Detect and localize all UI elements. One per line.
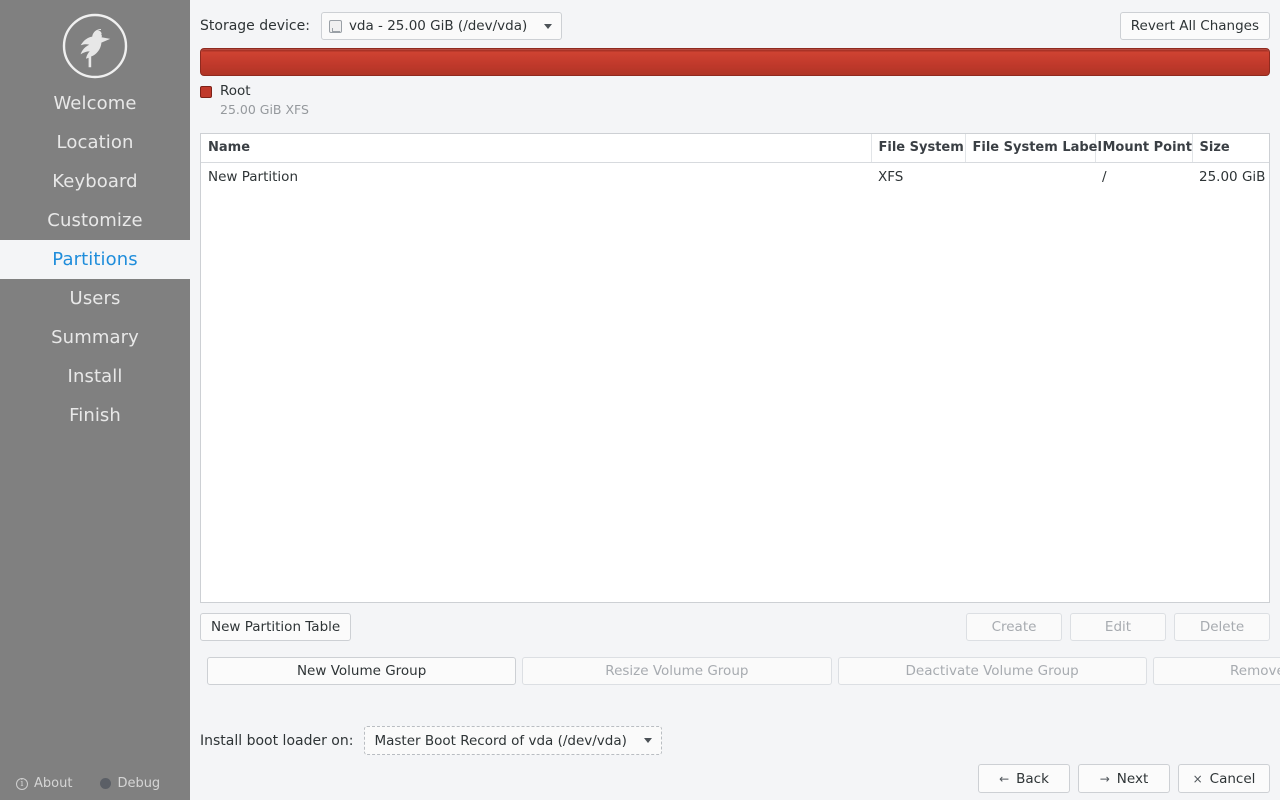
column-header-file-system[interactable]: File System: [870, 134, 965, 163]
sidebar-footer: i About Debug: [0, 776, 190, 791]
sidebar-item-users[interactable]: Users: [0, 279, 190, 318]
cell-mount-point: /: [1102, 169, 1107, 185]
delete-partition-button[interactable]: Delete: [1174, 613, 1270, 641]
partition-name: New Partition: [208, 169, 298, 185]
chevron-down-icon: [544, 23, 553, 29]
sidebar-item-finish[interactable]: Finish: [0, 396, 190, 435]
debug-link[interactable]: Debug: [100, 776, 160, 791]
about-label: About: [34, 776, 73, 791]
create-partition-button[interactable]: Create: [966, 613, 1062, 641]
drive-icon: [328, 19, 342, 33]
sidebar-nav: Welcome Location Keyboard Customize Part…: [0, 84, 190, 435]
cell-file-system-label: [965, 163, 1095, 193]
revert-all-changes-button[interactable]: Revert All Changes: [1119, 12, 1270, 40]
cell-name: New Partition: [201, 163, 871, 193]
table-header: Name File System File System Label Mount…: [201, 134, 1269, 163]
installer-window: Welcome Location Keyboard Customize Part…: [0, 0, 1280, 800]
edit-partition-button[interactable]: Edit: [1070, 613, 1166, 641]
next-button[interactable]: → Next: [1078, 764, 1170, 793]
arrow-right-icon: →: [1099, 771, 1110, 786]
new-partition-table-button[interactable]: New Partition Table: [200, 613, 352, 641]
chevron-down-icon: [643, 738, 652, 743]
sidebar-item-partitions[interactable]: Partitions: [0, 240, 190, 279]
sidebar: Welcome Location Keyboard Customize Part…: [0, 0, 190, 800]
legend-name: Root: [220, 83, 251, 99]
cell-size: 25.00 GiB: [1199, 169, 1266, 185]
back-label: Back: [1016, 770, 1049, 787]
info-icon: i: [16, 777, 28, 790]
remove-volume-group-button[interactable]: Remove Volume Group: [1152, 657, 1280, 685]
storage-device-select[interactable]: vda - 25.00 GiB (/dev/vda): [320, 12, 563, 40]
wizard-navigation: ← Back → Next × Cancel: [978, 764, 1270, 793]
partition-legend: Root 25.00 GiB XFS: [200, 83, 1270, 118]
bootloader-row: Install boot loader on: Master Boot Reco…: [200, 726, 662, 755]
sidebar-item-keyboard[interactable]: Keyboard: [0, 162, 190, 201]
partition-usage-bar[interactable]: [200, 48, 1270, 76]
cancel-label: Cancel: [1209, 770, 1256, 787]
sidebar-item-welcome[interactable]: Welcome: [0, 84, 190, 123]
bootloader-label: Install boot loader on:: [200, 732, 354, 749]
table-header-row: Name File System File System Label Mount…: [201, 134, 1269, 163]
legend-swatch: [200, 86, 212, 98]
sidebar-item-label: Welcome: [53, 93, 137, 114]
storage-device-label: Storage device:: [200, 18, 310, 34]
sidebar-item-label: Customize: [47, 210, 143, 231]
sidebar-item-label: Summary: [51, 327, 139, 348]
app-logo: [0, 0, 190, 84]
table-body: New Partition XFS / 25.00 GiB: [201, 163, 1269, 193]
cell-file-system: XFS: [878, 169, 904, 185]
sidebar-item-label: Finish: [69, 405, 121, 426]
bug-icon: [100, 778, 112, 789]
new-volume-group-button[interactable]: New Volume Group: [207, 657, 517, 685]
close-icon: ×: [1192, 771, 1203, 786]
sidebar-item-label: Users: [69, 288, 121, 309]
back-button[interactable]: ← Back: [978, 764, 1070, 793]
column-header-file-system-label[interactable]: File System Label: [964, 134, 1102, 163]
column-header-size[interactable]: Size: [1191, 134, 1269, 163]
sidebar-item-location[interactable]: Location: [0, 123, 190, 162]
next-label: Next: [1116, 770, 1149, 787]
bootloader-select[interactable]: Master Boot Record of vda (/dev/vda): [364, 726, 662, 755]
about-link[interactable]: i About: [16, 776, 72, 791]
sidebar-item-label: Install: [67, 366, 123, 387]
bootloader-value: Master Boot Record of vda (/dev/vda): [374, 732, 627, 749]
resize-volume-group-button[interactable]: Resize Volume Group: [522, 657, 832, 685]
storage-device-row: Storage device: vda - 25.00 GiB (/dev/vd…: [200, 8, 1270, 44]
sidebar-item-install[interactable]: Install: [0, 357, 190, 396]
partition-bar-section: Root 25.00 GiB XFS: [200, 48, 1270, 118]
cancel-button[interactable]: × Cancel: [1178, 764, 1270, 793]
partitions-page: Storage device: vda - 25.00 GiB (/dev/vd…: [190, 0, 1280, 800]
volume-group-actions-row: New Volume Group Resize Volume Group Dea…: [207, 657, 1280, 685]
column-header-mount-point[interactable]: Mount Point: [1094, 134, 1192, 163]
bird-logo-icon: [62, 13, 128, 79]
sidebar-item-label: Partitions: [52, 249, 138, 270]
storage-device-value: vda - 25.00 GiB (/dev/vda): [348, 18, 528, 34]
deactivate-volume-group-button[interactable]: Deactivate Volume Group: [837, 657, 1147, 685]
partitions-table: Name File System File System Label Mount…: [201, 134, 1269, 192]
debug-label: Debug: [117, 776, 161, 791]
table-row[interactable]: New Partition XFS / 25.00 GiB: [201, 163, 1269, 193]
legend-details: 25.00 GiB XFS: [220, 102, 309, 117]
sidebar-item-label: Keyboard: [52, 171, 138, 192]
partition-actions-row: New Partition Table Create Edit Delete: [200, 613, 1270, 641]
partitions-table-panel: Name File System File System Label Mount…: [200, 133, 1270, 603]
sidebar-item-label: Location: [56, 132, 134, 153]
column-header-name[interactable]: Name: [201, 134, 871, 163]
sidebar-item-customize[interactable]: Customize: [0, 201, 190, 240]
arrow-left-icon: ←: [999, 771, 1010, 786]
sidebar-item-summary[interactable]: Summary: [0, 318, 190, 357]
